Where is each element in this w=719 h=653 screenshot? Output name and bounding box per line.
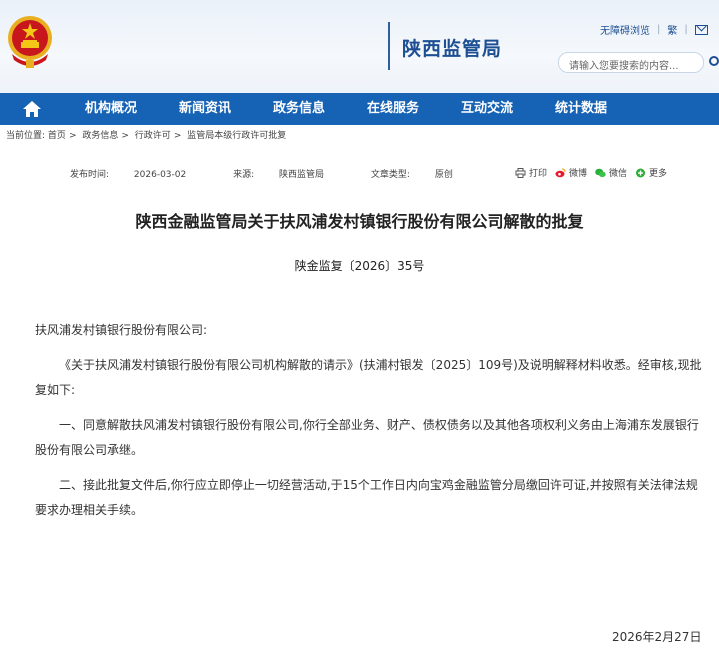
separator: | xyxy=(684,24,688,35)
paragraph: 《关于扶风浦发村镇银行股份有限公司机构解散的请示》(扶浦村银发〔2025〕109… xyxy=(35,358,702,397)
header-divider xyxy=(388,22,390,70)
search-icon[interactable] xyxy=(709,56,719,66)
plus-icon xyxy=(636,168,646,177)
addressee: 扶风浦发村镇银行股份有限公司: xyxy=(35,323,208,337)
mail-icon[interactable] xyxy=(694,24,708,35)
breadcrumb-prefix: 当前位置: xyxy=(6,131,46,141)
print-button[interactable]: 打印 xyxy=(515,166,547,179)
breadcrumb-home[interactable]: 首页 xyxy=(48,131,66,141)
breadcrumb: 当前位置: 首页 > 政务信息 > 行政许可 > 监管局本级行政许可批复 xyxy=(6,131,287,141)
breadcrumb-current[interactable]: 监管局本级行政许可批复 xyxy=(187,131,286,141)
weibo-share-button[interactable]: 微博 xyxy=(555,166,587,179)
nav-home[interactable] xyxy=(0,93,64,125)
wechat-icon xyxy=(595,168,606,177)
nav-item-statistics[interactable]: 统计数据 xyxy=(534,93,628,125)
paragraph: 二、接此批复文件后,你行应立即停止一切经营活动,于15个工作日内向宝鸡金融监管分… xyxy=(35,478,698,517)
breadcrumb-admin-license[interactable]: 行政许可 xyxy=(135,131,171,141)
document-number: 陕金监复〔2026〕35号 xyxy=(294,259,425,273)
weibo-icon xyxy=(555,168,566,177)
search-input[interactable]: 请输入您要搜索的内容... xyxy=(558,52,704,73)
accessibility-link[interactable]: 无障碍浏览 xyxy=(600,22,650,37)
printer-icon xyxy=(515,167,526,178)
article-source: 来源: 陕西监管局 xyxy=(233,170,325,180)
traditional-chinese-link[interactable]: 繁 xyxy=(667,22,677,37)
article-meta: 发布时间: 2026-03-02 来源: 陕西监管局 文章类型: 原创 xyxy=(70,167,497,180)
site-header: 陕西监管局 无障碍浏览 | 繁 | 请输入您要搜索的内容... xyxy=(0,0,719,93)
nav-item-online-service[interactable]: 在线服务 xyxy=(346,93,440,125)
sign-date: 2026年2月27日 xyxy=(612,630,702,644)
share-bar: 打印 微博 微信 更多 xyxy=(515,166,675,179)
article-body: 扶风浦发村镇银行股份有限公司: 《关于扶风浦发村镇银行股份有限公司机构解散的请示… xyxy=(35,318,707,533)
main-nav: 机构概况 新闻资讯 政务信息 在线服务 互动交流 统计数据 xyxy=(0,93,719,125)
breadcrumb-government-info[interactable]: 政务信息 xyxy=(82,131,118,141)
nav-item-about[interactable]: 机构概况 xyxy=(64,93,158,125)
wechat-share-button[interactable]: 微信 xyxy=(595,166,627,179)
site-name: 陕西监管局 xyxy=(402,38,503,60)
nav-item-government-info[interactable]: 政务信息 xyxy=(252,93,346,125)
national-emblem-icon xyxy=(8,16,52,68)
article-type: 文章类型: 原创 xyxy=(370,170,453,180)
more-share-button[interactable]: 更多 xyxy=(635,166,667,179)
separator: | xyxy=(657,24,661,35)
nav-item-news[interactable]: 新闻资讯 xyxy=(158,93,252,125)
top-links: 无障碍浏览 | 繁 | xyxy=(600,22,708,37)
article-title: 陕西金融监管局关于扶风浦发村镇银行股份有限公司解散的批复 xyxy=(135,212,584,231)
home-icon xyxy=(23,101,41,117)
nav-item-interaction[interactable]: 互动交流 xyxy=(440,93,534,125)
paragraph: 一、同意解散扶风浦发村镇银行股份有限公司,你行全部业务、财产、债权债务以及其他各… xyxy=(35,418,699,457)
publish-date: 发布时间: 2026-03-02 xyxy=(70,170,187,180)
